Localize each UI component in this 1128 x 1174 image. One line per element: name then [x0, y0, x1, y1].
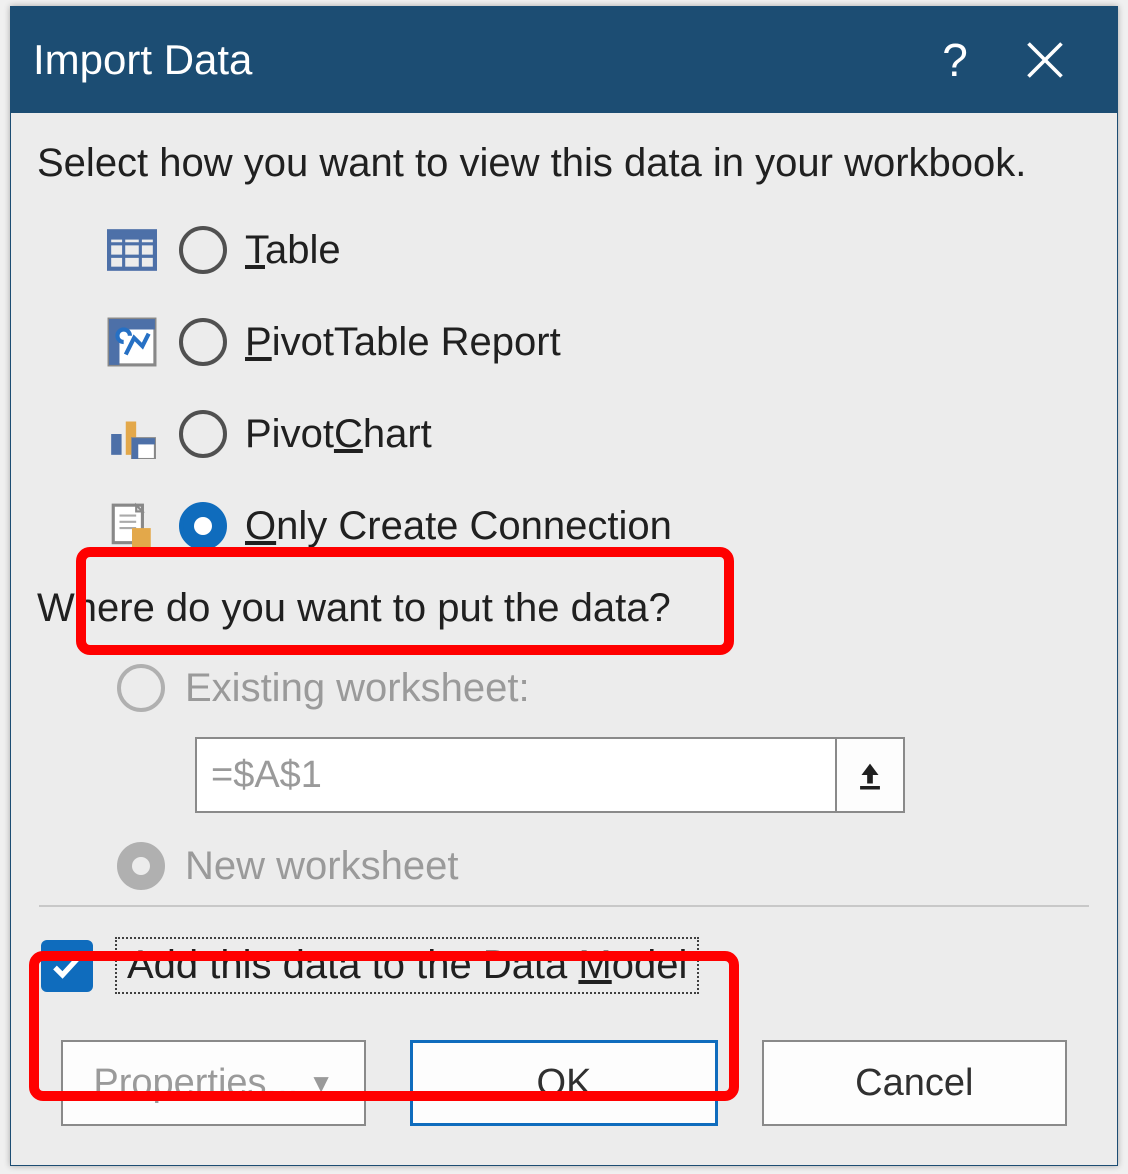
option-connection-only[interactable]: Only Create Connection: [37, 480, 1091, 572]
radio-table[interactable]: [179, 226, 227, 274]
dialog-title: Import Data: [33, 36, 915, 84]
cell-reference-row: [37, 737, 1091, 813]
import-data-dialog: Import Data ? Select how you want to vie…: [10, 6, 1118, 1166]
option-table[interactable]: Table: [37, 204, 1091, 296]
option-new-worksheet: New worksheet: [37, 827, 1091, 905]
option-pivottable[interactable]: PivotTable Report: [37, 296, 1091, 388]
add-to-data-model-label-focus: Add this data to the Data Model: [115, 937, 699, 994]
close-icon: [1023, 38, 1067, 82]
option-table-label: Table: [245, 228, 341, 273]
close-button[interactable]: [995, 7, 1095, 113]
cell-reference-input[interactable]: [195, 737, 837, 813]
ok-button[interactable]: OK: [410, 1040, 717, 1126]
where-section: Where do you want to put the data? Exist…: [37, 586, 1091, 905]
radio-new-worksheet: [117, 842, 165, 890]
titlebar: Import Data ?: [11, 7, 1117, 113]
dialog-body: Select how you want to view this data in…: [11, 113, 1117, 1154]
collapse-arrow-icon: [853, 758, 887, 792]
new-worksheet-label: New worksheet: [185, 844, 458, 889]
add-to-data-model-checkbox[interactable]: [41, 940, 93, 992]
dialog-buttons: Properties...▼ OK Cancel: [37, 1018, 1091, 1126]
option-pivotchart[interactable]: PivotChart: [37, 388, 1091, 480]
add-to-data-model-label: Add this data to the Data Model: [127, 943, 687, 987]
option-connection-only-label: Only Create Connection: [245, 504, 672, 549]
pivotchart-icon: [103, 405, 161, 463]
radio-existing-worksheet: [117, 664, 165, 712]
help-button[interactable]: ?: [915, 33, 995, 87]
table-icon: [103, 221, 161, 279]
collapse-dialog-button[interactable]: [837, 737, 905, 813]
option-pivottable-label: PivotTable Report: [245, 320, 561, 365]
existing-worksheet-label: Existing worksheet:: [185, 666, 530, 711]
radio-pivottable[interactable]: [179, 318, 227, 366]
radio-connection-only[interactable]: [179, 502, 227, 550]
view-section-label: Select how you want to view this data in…: [37, 141, 1091, 186]
dropdown-arrow-icon: ▼: [308, 1068, 334, 1099]
properties-button: Properties...▼: [61, 1040, 366, 1126]
radio-pivotchart[interactable]: [179, 410, 227, 458]
connection-icon: [103, 497, 161, 555]
checkmark-icon: [49, 948, 85, 984]
add-to-data-model-row[interactable]: Add this data to the Data Model: [37, 907, 1091, 1018]
cancel-button[interactable]: Cancel: [762, 1040, 1067, 1126]
option-pivotchart-label: PivotChart: [245, 412, 432, 457]
pivottable-icon: [103, 313, 161, 371]
where-section-label: Where do you want to put the data?: [37, 586, 1091, 631]
option-existing-worksheet: Existing worksheet:: [37, 649, 1091, 727]
